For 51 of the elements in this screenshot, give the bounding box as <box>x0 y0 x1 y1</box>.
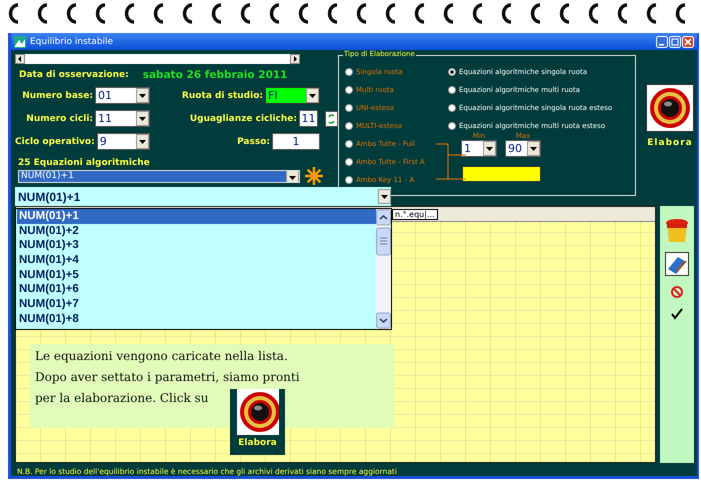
input-field[interactable] <box>462 166 541 182</box>
input-field[interactable]: 11 <box>299 110 318 127</box>
field-label: Numero base: <box>22 90 93 100</box>
snowflake-icon[interactable] <box>304 166 324 186</box>
record-button-icon[interactable] <box>646 84 694 132</box>
list-item[interactable]: NUM(01)+8 <box>17 312 376 326</box>
list-item[interactable]: NUM(01)+7 <box>17 297 376 312</box>
bucket-icon[interactable] <box>665 218 690 242</box>
field-label: Ciclo operativo: <box>15 136 95 146</box>
date-label: Data di osservazione: <box>19 70 129 80</box>
field-label: Passo: <box>237 136 270 146</box>
field-label: Numero cicli: <box>26 114 93 124</box>
maximize-icon[interactable] <box>669 36 681 48</box>
dropdown-field[interactable]: NUM(01)+1 <box>15 187 391 206</box>
list-item[interactable]: NUM(01)+3 <box>17 238 376 254</box>
prohibited-icon[interactable] <box>671 286 684 298</box>
minimize-icon[interactable] <box>656 36 668 48</box>
horizontal-scrollbar[interactable] <box>15 54 300 64</box>
dropdown-field[interactable]: 9 <box>96 133 150 150</box>
run-button[interactable]: Elabora <box>230 389 285 455</box>
dropdown-field[interactable]: 11 <box>95 110 150 127</box>
refresh-icon[interactable] <box>325 110 338 126</box>
book-pencil-icon[interactable] <box>665 252 690 276</box>
list-item[interactable]: NUM(01)+6 <box>17 282 376 298</box>
tip-text: Le equazioni vengono caricate nella lista. <box>35 349 289 365</box>
vertical-scrollbar[interactable] <box>376 209 391 329</box>
check-icon[interactable] <box>671 308 684 320</box>
app-icon <box>14 36 26 48</box>
list-item[interactable]: NUM(01)+5 <box>17 268 376 282</box>
dropdown-field[interactable]: FI <box>265 87 320 104</box>
list-item[interactable]: NUM(01)+1 <box>17 209 376 224</box>
dropdown-arrow-icon[interactable] <box>286 170 299 182</box>
tip-text: per la elaborazione. Click su <box>35 391 210 407</box>
date-value: sabato 26 febbraio 2011 <box>142 69 288 81</box>
tooltip: n.°.equ|... <box>392 209 438 220</box>
tip-text: Dopo aver settato i parametri, siamo pronti <box>35 370 301 386</box>
input-field[interactable]: 1 <box>272 133 320 150</box>
dropdown-field[interactable]: 01 <box>95 87 150 104</box>
list-item[interactable]: NUM(01)+4 <box>17 253 376 268</box>
field-label: Ruota di studio: <box>182 90 263 100</box>
dropdown-field[interactable]: NUM(01)+1 <box>18 170 300 182</box>
close-icon[interactable] <box>682 36 694 48</box>
dropdown-field[interactable]: 90 <box>505 140 541 157</box>
record-button-icon[interactable] <box>236 389 278 435</box>
field-label: Uguaglianze cicliche: <box>190 114 297 124</box>
list-item[interactable]: NUM(01)+2 <box>17 224 376 238</box>
button-label: Elabora <box>647 138 693 148</box>
equations-label: 25 Equazioni algoritmiche <box>18 158 151 168</box>
dropdown-field[interactable]: 1 <box>461 140 497 157</box>
window-title: Equilibrio instabile <box>30 36 114 46</box>
connector-line <box>436 143 466 181</box>
